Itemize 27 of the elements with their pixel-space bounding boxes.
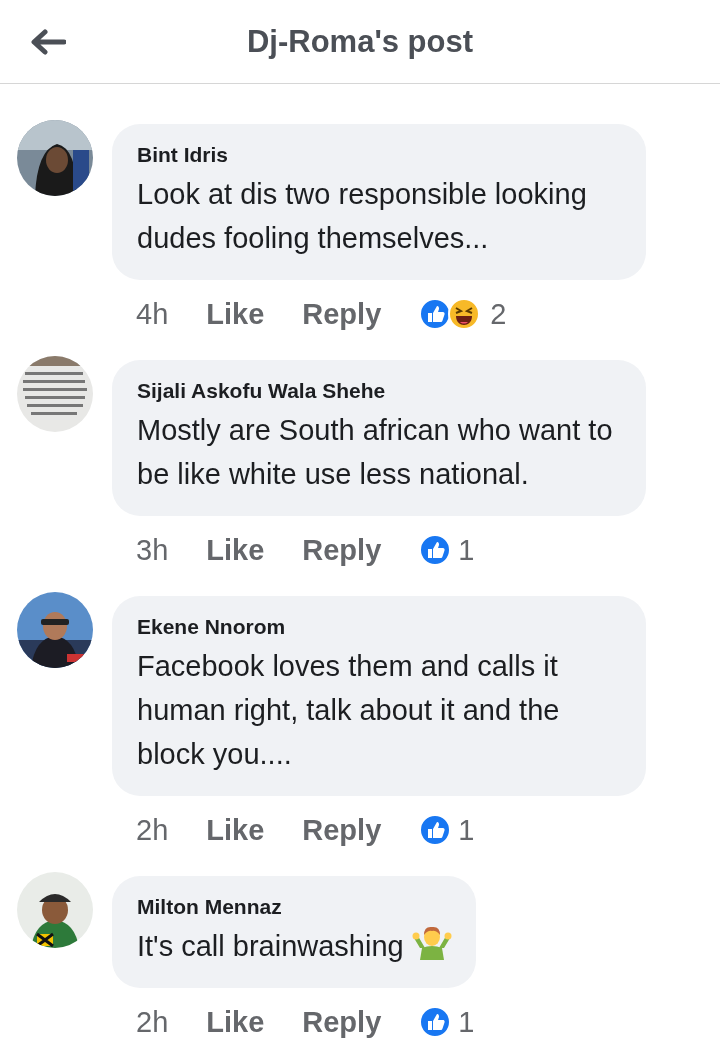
reaction-count: 2 — [490, 297, 507, 331]
comment-author[interactable]: Ekene Nnorom — [137, 612, 286, 642]
comment-time: 3h — [136, 533, 169, 567]
like-link[interactable]: Like — [206, 533, 265, 567]
reaction-count: 1 — [458, 533, 475, 567]
comment-text: Look at dis two responsible looking dudes fooling themselves... — [137, 178, 587, 254]
comment-author[interactable]: Sijali Askofu Wala Shehe — [137, 376, 386, 406]
comment-time: 4h — [136, 297, 169, 331]
reply-link[interactable]: Reply — [302, 1005, 382, 1039]
like-link[interactable]: Like — [206, 813, 265, 847]
reply-link[interactable]: Reply — [302, 533, 382, 567]
comment-text: Facebook loves them and calls it human right, talk about it and the block you.... — [137, 650, 560, 770]
reply-link[interactable]: Reply — [302, 813, 382, 847]
comment-time: 2h — [136, 1005, 169, 1039]
like-link[interactable]: Like — [206, 1005, 265, 1039]
comment-author[interactable]: Bint Idris — [137, 140, 228, 170]
like-link[interactable]: Like — [206, 297, 265, 331]
reaction-count: 1 — [458, 1005, 475, 1039]
reply-link[interactable]: Reply — [302, 297, 382, 331]
comment-text: Mostly are South african who want to be like white use less national. — [137, 414, 613, 490]
reaction-count: 1 — [458, 813, 475, 847]
comment-text: It's call brainwashing — [137, 930, 404, 962]
post-title: Dj-Roma's post — [246, 23, 474, 60]
comment-author[interactable]: Milton Mennaz — [137, 892, 282, 922]
back-icon[interactable] — [30, 28, 66, 55]
shrugging-figure-icon — [411, 924, 452, 960]
comment-time: 2h — [136, 813, 169, 847]
